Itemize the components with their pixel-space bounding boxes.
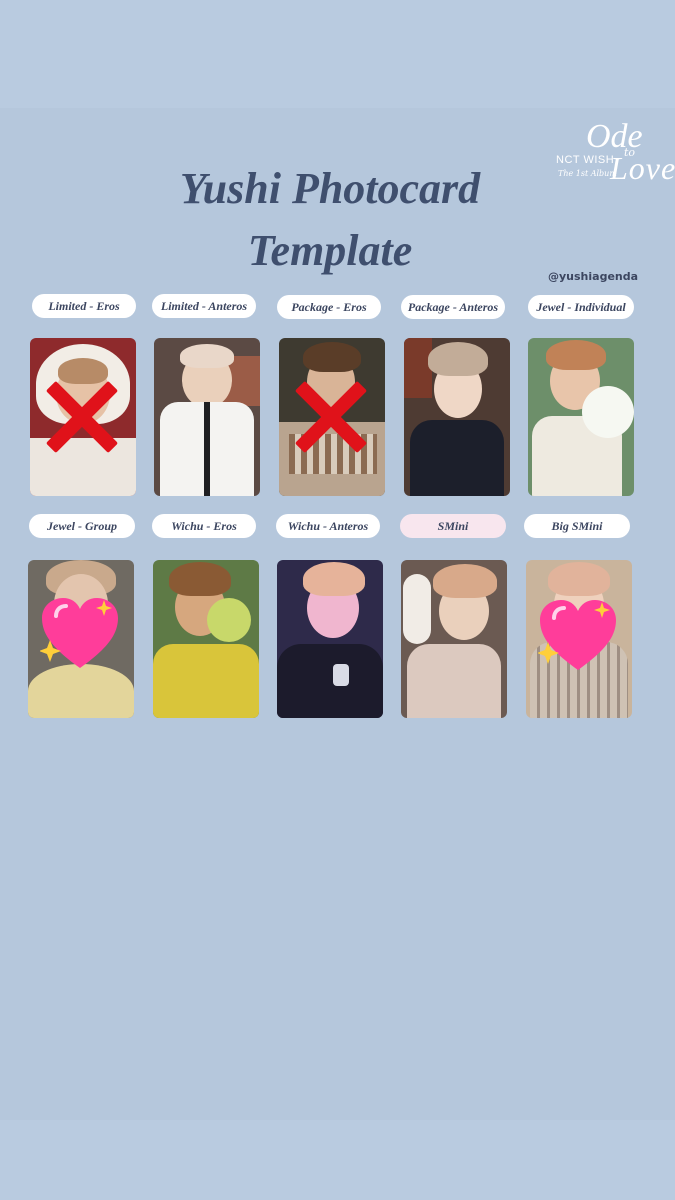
photocard-jewel-group[interactable]: [28, 560, 134, 718]
label-smini[interactable]: SMini: [400, 514, 506, 538]
photocard-package-eros[interactable]: [279, 338, 385, 496]
label-limited-anteros[interactable]: Limited - Anteros: [152, 294, 256, 318]
photocard-wichu-eros[interactable]: [153, 560, 259, 718]
logo-love: Love: [610, 150, 675, 186]
label-wichu-anteros[interactable]: Wichu - Anteros: [276, 514, 380, 538]
album-logo: Ode to Love NCT WISH The 1st Album: [548, 118, 675, 192]
photocard-smini[interactable]: [401, 560, 507, 718]
sparkling-heart-icon: [40, 596, 120, 670]
photocard-jewel-individual[interactable]: [528, 338, 634, 496]
photocard-package-anteros[interactable]: [404, 338, 510, 496]
page-title-line1: Yushi Photocard: [179, 164, 481, 213]
logo-group: NCT WISH: [556, 154, 615, 166]
sparkling-heart-icon: [538, 598, 618, 672]
author-handle: @yushiagenda: [548, 270, 639, 283]
photocard-limited-eros[interactable]: [30, 338, 136, 496]
logo-subtitle: The 1st Album: [558, 169, 617, 178]
photocard-big-smini[interactable]: [526, 560, 632, 718]
label-package-eros[interactable]: Package - Eros: [277, 295, 381, 319]
label-wichu-eros[interactable]: Wichu - Eros: [152, 514, 256, 538]
cross-mark-icon: [293, 378, 369, 454]
label-package-anteros[interactable]: Package - Anteros: [401, 295, 505, 319]
photocard-limited-anteros[interactable]: [154, 338, 260, 496]
label-jewel-individual[interactable]: Jewel - Individual: [528, 295, 634, 319]
label-limited-eros[interactable]: Limited - Eros: [32, 294, 136, 318]
label-big-smini[interactable]: Big SMini: [524, 514, 630, 538]
page-title-line2: Template: [247, 226, 413, 275]
page-title: Yushi Photocard Template: [120, 158, 540, 282]
label-jewel-group[interactable]: Jewel - Group: [29, 514, 135, 538]
top-band: [0, 0, 675, 108]
bottom-band: [0, 1120, 675, 1200]
cross-mark-icon: [44, 378, 120, 454]
photocard-wichu-anteros[interactable]: [277, 560, 383, 718]
